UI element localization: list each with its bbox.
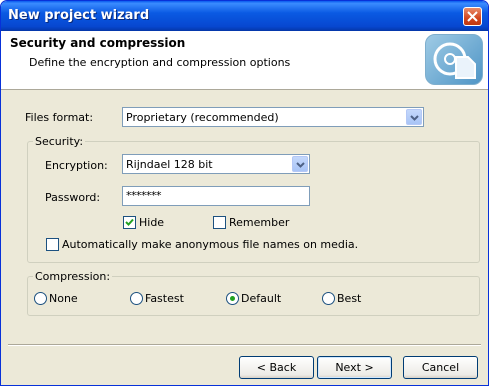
encryption-select[interactable]: Rijndael 128 bit <box>122 154 310 174</box>
hide-checkbox[interactable] <box>123 216 136 229</box>
security-group-label: Security: <box>33 135 86 148</box>
page-subtitle: Define the encryption and compression op… <box>29 56 291 69</box>
title-bar[interactable]: New project wizard <box>1 1 488 31</box>
remember-checkbox[interactable] <box>213 216 226 229</box>
hide-label[interactable]: Hide <box>139 216 164 229</box>
radio-none-label[interactable]: None <box>49 292 78 305</box>
compression-group-label: Compression: <box>33 270 113 283</box>
password-value: ******* <box>126 189 162 202</box>
radio-default[interactable] <box>226 292 239 305</box>
anonymous-filenames-checkbox[interactable] <box>46 238 59 251</box>
chevron-down-icon <box>296 162 305 168</box>
remember-label[interactable]: Remember <box>229 216 289 229</box>
wizard-header: Security and compression Define the encr… <box>1 31 488 90</box>
close-icon <box>467 11 478 22</box>
radio-best[interactable] <box>322 292 335 305</box>
radio-none[interactable] <box>34 292 47 305</box>
chevron-down-icon <box>410 115 419 121</box>
cancel-button[interactable]: Cancel <box>403 356 478 379</box>
radio-best-label[interactable]: Best <box>337 292 361 305</box>
files-format-select[interactable]: Proprietary (recommended) <box>122 107 424 127</box>
checkmark-icon <box>125 218 134 226</box>
radio-default-label[interactable]: Default <box>241 292 281 305</box>
window-title: New project wizard <box>8 8 150 23</box>
wizard-window: New project wizard Security and compress… <box>0 0 489 386</box>
anonymous-filenames-label[interactable]: Automatically make anonymous file names … <box>62 238 358 251</box>
page-title: Security and compression <box>10 36 186 50</box>
disc-document-icon <box>425 34 483 85</box>
next-button[interactable]: Next > <box>317 356 392 379</box>
radio-fastest[interactable] <box>130 292 143 305</box>
back-button[interactable]: < Back <box>239 356 314 379</box>
password-label: Password: <box>45 191 101 204</box>
radio-fastest-label[interactable]: Fastest <box>145 292 184 305</box>
files-format-label: Files format: <box>25 111 94 124</box>
files-format-dropdown-button[interactable] <box>406 109 422 125</box>
close-button[interactable] <box>463 7 482 26</box>
password-field[interactable]: ******* <box>122 186 310 206</box>
encryption-label: Encryption: <box>45 159 108 172</box>
radio-selected-dot <box>230 296 235 301</box>
files-format-value: Proprietary (recommended) <box>126 111 279 124</box>
button-separator <box>8 344 481 346</box>
encryption-value: Rijndael 128 bit <box>126 158 213 171</box>
encryption-dropdown-button[interactable] <box>292 156 308 172</box>
